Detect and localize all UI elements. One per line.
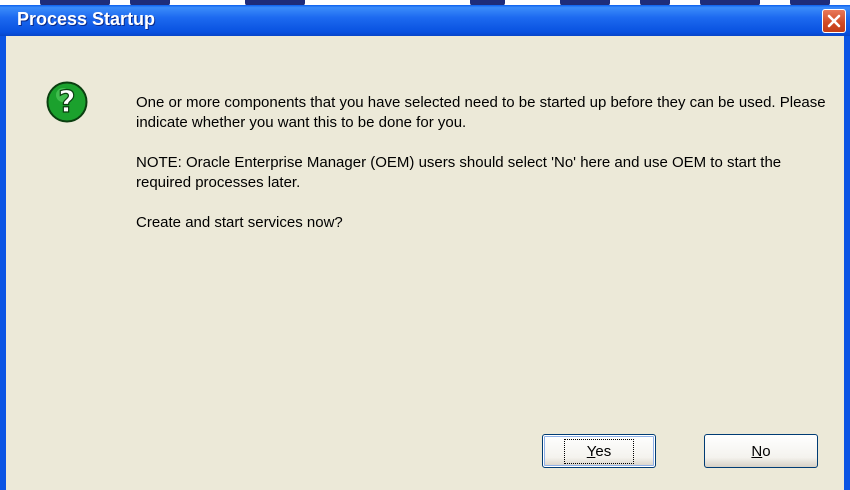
question-icon: ? [46,81,88,123]
yes-button-label: Yes [563,438,635,464]
close-button[interactable] [822,9,846,33]
message-paragraph-1: One or more components that you have sel… [136,94,826,131]
dialog-body: ? One or more components that you have s… [6,36,844,490]
no-label-rest: o [762,442,771,460]
process-startup-dialog: Process Startup ? One or more components… [0,5,850,490]
dialog-message: One or more components that you have sel… [136,93,826,253]
yes-label-rest: es [595,442,612,460]
yes-button[interactable]: Yes [542,434,656,468]
no-button[interactable]: No [704,434,818,468]
svg-text:?: ? [58,85,75,120]
no-mnemonic: N [751,442,763,460]
no-button-label: No [751,443,770,460]
message-question: Create and start services now? [136,214,343,231]
close-icon [827,14,841,28]
message-paragraph-2: NOTE: Oracle Enterprise Manager (OEM) us… [136,154,782,191]
dialog-title: Process Startup [17,9,156,29]
dialog-titlebar[interactable]: Process Startup [0,5,850,36]
